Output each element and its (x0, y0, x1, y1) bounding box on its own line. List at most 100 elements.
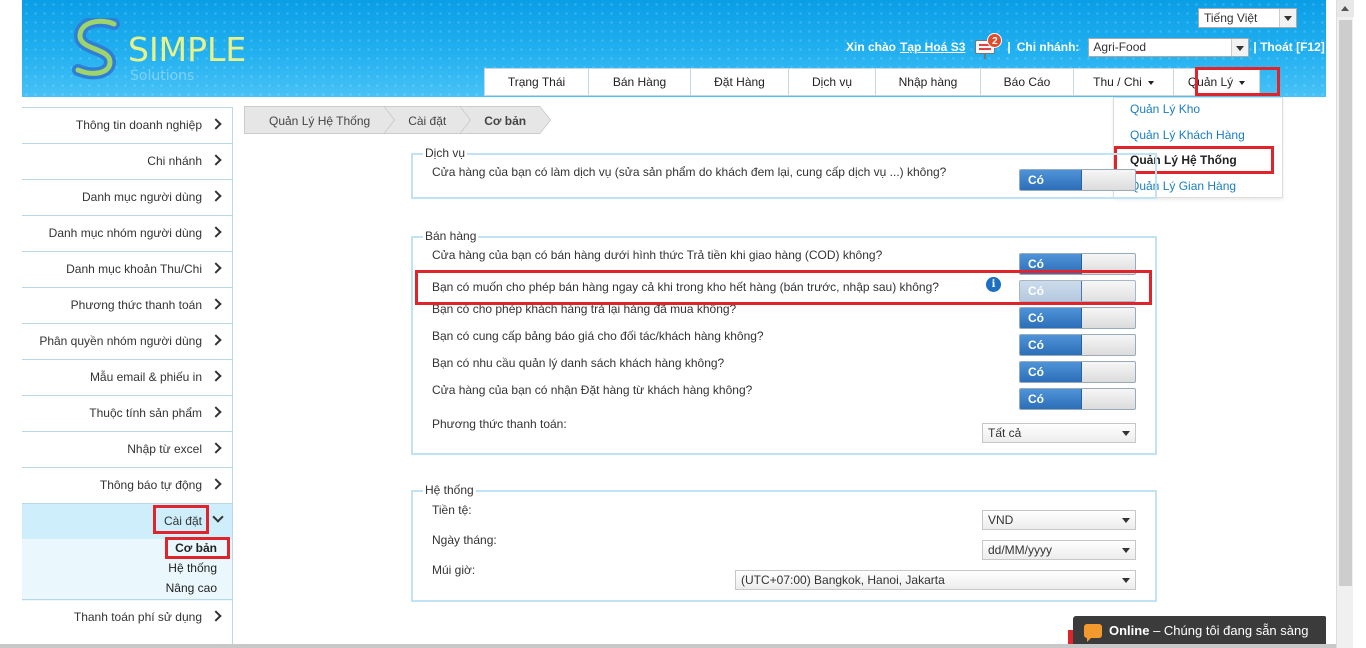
payment-method-value: Tất cả (988, 426, 1022, 440)
main-nav: Trạng Thái Bán Hàng Đặt Hàng Dịch vụ Nhậ… (484, 68, 1260, 96)
nav-item-quan-ly[interactable]: Quản Lý (1173, 68, 1260, 96)
sidebar-item-chi-nhanh[interactable]: Chi nhánh (22, 143, 232, 179)
sidebar-subitem-he-thong[interactable]: Hệ thống (168, 561, 217, 575)
chevron-down-icon (1279, 9, 1296, 27)
vertical-scrollbar[interactable] (1336, 0, 1354, 648)
logo-text: SIMPLE (128, 30, 247, 69)
sidebar-item-label: Thanh toán phí sử dụng (73, 610, 202, 624)
board-leg (984, 54, 987, 59)
sidebar-item-nhap-tu-excel[interactable]: Nhập từ excel (22, 431, 232, 467)
toggle-dat-hang[interactable]: Có (1019, 388, 1136, 410)
sidebar-item-label: Chi nhánh (147, 154, 202, 168)
timezone-select[interactable]: (UTC+07:00) Bangkok, Hanoi, Jakarta (735, 570, 1136, 590)
info-icon[interactable]: i (986, 277, 1001, 292)
sidebar-item-danh-muc-nguoi-dung[interactable]: Danh mục người dùng (22, 179, 232, 215)
breadcrumb-item-co-ban: Cơ bản (460, 106, 551, 134)
user-bar: Xin chào Tạp Hoá S3 2 | Chi nhánh: Agri-… (846, 33, 1325, 59)
sidebar: Thông tin doanh nghiệp Chi nhánh Danh mụ… (22, 107, 233, 648)
nav-item-ban-hang[interactable]: Bán Hàng (588, 68, 690, 96)
sidebar-item-danh-muc-nhom-nguoi-dung[interactable]: Danh mục nhóm người dùng (22, 215, 232, 251)
sidebar-item-label: Danh mục nhóm người dùng (48, 226, 202, 240)
scroll-up-icon[interactable] (1337, 0, 1354, 17)
branch-value: Agri-Food (1093, 39, 1147, 54)
sidebar-item-danh-muc-khoan-thu-chi[interactable]: Danh mục khoản Thu/Chi (22, 251, 232, 287)
toggle-bang-bao-gia[interactable]: Có (1019, 334, 1136, 356)
chevron-right-icon (210, 406, 222, 418)
toggle-danh-sach-khach-hang[interactable]: Có (1019, 361, 1136, 383)
language-select[interactable]: Tiếng Việt (1198, 8, 1297, 28)
sidebar-subitem-co-ban[interactable]: Cơ bản (175, 541, 217, 555)
separator: | (1007, 40, 1011, 54)
chat-message: – Chúng tôi đang sẵn sàng (1149, 623, 1309, 638)
nav-item-thu-chi[interactable]: Thu / Chi (1073, 68, 1173, 96)
branch-label: Chi nhánh: (1016, 40, 1080, 54)
chevron-down-icon (1118, 424, 1135, 442)
nav-label: Trạng Thái (507, 75, 566, 89)
sidebar-item-label: Nhập từ excel (127, 442, 202, 456)
question-tra-lai-hang: Bạn có cho phép khách hàng trả lại hàng … (432, 302, 737, 316)
username-link[interactable]: Tạp Hoá S3 (900, 40, 965, 54)
sidebar-item-thuoc-tinh-san-pham[interactable]: Thuộc tính sản phẩm (22, 395, 232, 431)
menu-item-quan-ly-kho[interactable]: Quản Lý Kho (1130, 102, 1200, 116)
breadcrumb-item-cai-dat[interactable]: Cài đặt (384, 106, 472, 134)
timezone-value: (UTC+07:00) Bangkok, Hanoi, Jakarta (741, 573, 945, 587)
notification-badge: 2 (987, 33, 1003, 48)
toggle-label: Có (1020, 254, 1082, 274)
question-bang-bao-gia: Bạn có cung cấp bảng báo giá cho đối tác… (432, 329, 764, 343)
sidebar-item-thanh-toan-phi-su-dung[interactable]: Thanh toán phí sử dụng (22, 599, 232, 635)
logo[interactable]: SIMPLE Solutions (70, 18, 270, 88)
scrollbar-thumb[interactable] (1339, 20, 1352, 586)
sidebar-item-thong-bao-tu-dong[interactable]: Thông báo tự động (22, 467, 232, 503)
caret-down-icon (1147, 80, 1154, 85)
nav-label: Bán Hàng (612, 75, 667, 89)
nav-label: Quản Lý (1187, 75, 1234, 89)
currency-select[interactable]: VND (982, 510, 1136, 530)
fieldset-ban-hang: Bán hàng Cửa hàng của bạn có bán hàng dư… (411, 229, 1157, 455)
nav-label: Đặt Hàng (714, 75, 765, 89)
nav-item-trang-thai[interactable]: Trạng Thái (484, 68, 588, 96)
caret-down-icon (1239, 80, 1246, 85)
payment-method-select[interactable]: Tất cả (982, 423, 1136, 443)
sidebar-subitem-nang-cao[interactable]: Nâng cao (166, 581, 217, 595)
nav-item-dat-hang[interactable]: Đặt Hàng (690, 68, 788, 96)
sidebar-item-thong-tin-doanh-nghiep[interactable]: Thông tin doanh nghiệp (22, 107, 232, 143)
chevron-down-icon (1118, 571, 1135, 589)
right-gutter (1326, 0, 1336, 648)
sidebar-item-cai-dat[interactable]: Cài đặt (22, 503, 232, 539)
sidebar-submenu-cai-dat: Cơ bản Hệ thống Nâng cao (22, 539, 232, 601)
sidebar-item-label: Danh mục người dùng (82, 190, 202, 204)
logout-link[interactable]: | Thoát [F12] (1253, 40, 1324, 54)
breadcrumb: Quản Lý Hệ Thống Cài đặt Cơ bản (244, 106, 551, 134)
question-ban-truoc-nhap-sau: Bạn có muốn cho phép bán hàng ngay cả kh… (432, 280, 939, 294)
nav-item-nhap-hang[interactable]: Nhập hàng (875, 68, 980, 96)
toggle-tra-lai-hang[interactable]: Có (1019, 307, 1136, 329)
menu-item-quan-ly-khach-hang[interactable]: Quản Lý Khách Hàng (1130, 128, 1245, 142)
toggle-label: Có (1020, 362, 1082, 382)
toggle-label: Có (1020, 308, 1082, 328)
date-format-select[interactable]: dd/MM/yyyy (982, 540, 1136, 560)
chevron-right-icon (210, 190, 222, 202)
toggle-label: Có (1020, 281, 1082, 301)
toggle-label: Có (1020, 335, 1082, 355)
question-cod: Cửa hàng của bạn có bán hàng dưới hình t… (432, 248, 883, 262)
sidebar-item-mau-email-phieu-in[interactable]: Mẫu email & phiếu in (22, 359, 232, 395)
bottom-edge (0, 644, 1336, 648)
currency-value: VND (988, 513, 1014, 527)
chevron-right-icon (210, 118, 222, 130)
nav-item-bao-cao[interactable]: Báo Cáo (980, 68, 1073, 96)
branch-select[interactable]: Agri-Food (1088, 37, 1250, 57)
toggle-label: Có (1020, 389, 1082, 409)
toggle-ban-truoc-nhap-sau[interactable]: Có (1019, 280, 1136, 302)
chevron-down-icon (1118, 541, 1135, 559)
date-format-value: dd/MM/yyyy (988, 543, 1053, 557)
sidebar-item-phan-quyen-nhom-nguoi-dung[interactable]: Phân quyền nhóm người dùng (22, 323, 232, 359)
sidebar-item-label: Mẫu email & phiếu in (89, 370, 202, 384)
toggle-dich-vu[interactable]: Có (1019, 169, 1136, 191)
sidebar-item-phuong-thuc-thanh-toan[interactable]: Phương thức thanh toán (22, 287, 232, 323)
toggle-label: Có (1020, 170, 1082, 190)
toggle-cod[interactable]: Có (1019, 253, 1136, 275)
breadcrumb-item-quan-ly-he-thong[interactable]: Quản Lý Hệ Thống (244, 106, 396, 134)
notification-board-icon[interactable]: 2 (973, 33, 1003, 59)
nav-item-dich-vu[interactable]: Dịch vụ (788, 68, 875, 96)
chevron-right-icon (210, 226, 222, 238)
